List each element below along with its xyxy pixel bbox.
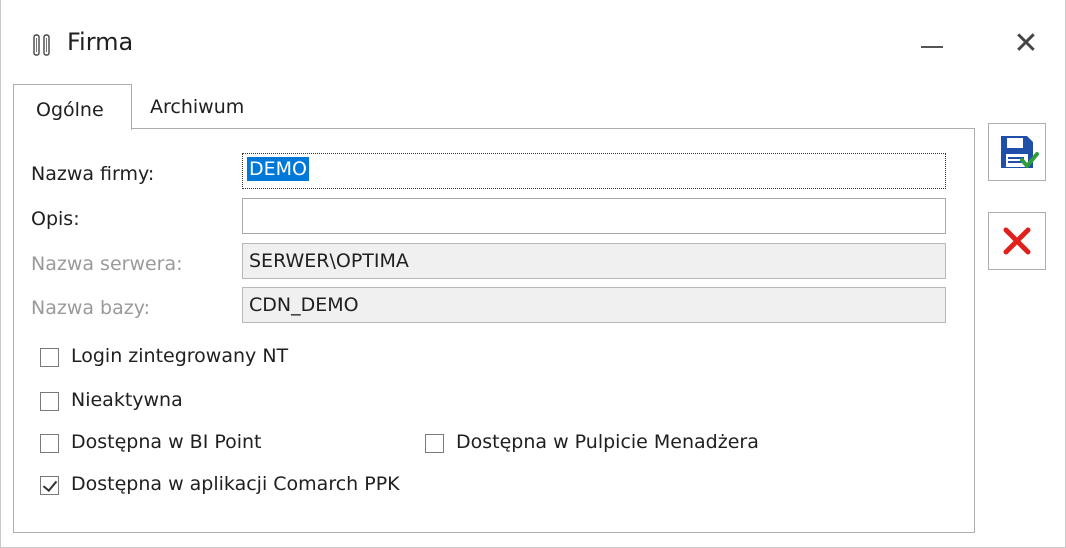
app-icon: [33, 34, 50, 56]
manager-desktop-label: Dostępna w Pulpicie Menadżera: [456, 431, 759, 453]
tab-area: Ogólne Archiwum Nazwa firmy: DEMO Opis: …: [13, 84, 975, 534]
bi-point-label: Dostępna w BI Point: [71, 431, 262, 453]
cancel-button[interactable]: [988, 212, 1046, 270]
cancel-red-x-icon: [1003, 227, 1031, 255]
inactive-checkbox-box[interactable]: [40, 392, 59, 411]
save-disk-check-icon: [1001, 136, 1039, 168]
description-label: Opis:: [31, 208, 80, 230]
inactive-label: Nieaktywna: [71, 389, 183, 411]
database-name-label: Nazwa bazy:: [31, 297, 150, 319]
comarch-ppk-label: Dostępna w aplikacji Comarch PPK: [71, 473, 400, 495]
company-name-field[interactable]: DEMO: [242, 153, 946, 189]
window-title: Firma: [67, 28, 134, 56]
firma-window: Firma ✕ Ogólne Archiwum Nazwa firmy: DEM…: [0, 0, 1066, 548]
manager-desktop-checkbox-box[interactable]: [425, 434, 444, 453]
server-name-label: Nazwa serwera:: [31, 253, 183, 275]
database-name-field: CDN_DEMO: [242, 287, 946, 323]
company-name-label: Nazwa firmy:: [31, 163, 155, 185]
server-name-field: SERWER\OPTIMA: [242, 243, 946, 279]
bi-point-checkbox-box[interactable]: [40, 434, 59, 453]
close-button[interactable]: ✕: [1006, 24, 1046, 64]
tab-ogolne[interactable]: Ogólne: [13, 84, 132, 130]
title-bar: Firma ✕: [1, 0, 1066, 88]
minimize-button[interactable]: [917, 24, 953, 64]
login-nt-checkbox-box[interactable]: [40, 348, 59, 367]
login-nt-label: Login zintegrowany NT: [71, 345, 289, 367]
description-field[interactable]: [242, 198, 946, 234]
company-name-value: DEMO: [247, 157, 309, 181]
general-panel: Nazwa firmy: DEMO Opis: Nazwa serwera: S…: [13, 128, 975, 533]
tab-archiwum[interactable]: Archiwum: [150, 84, 270, 128]
comarch-ppk-checkbox-box[interactable]: [40, 476, 59, 495]
save-button[interactable]: [988, 123, 1046, 181]
